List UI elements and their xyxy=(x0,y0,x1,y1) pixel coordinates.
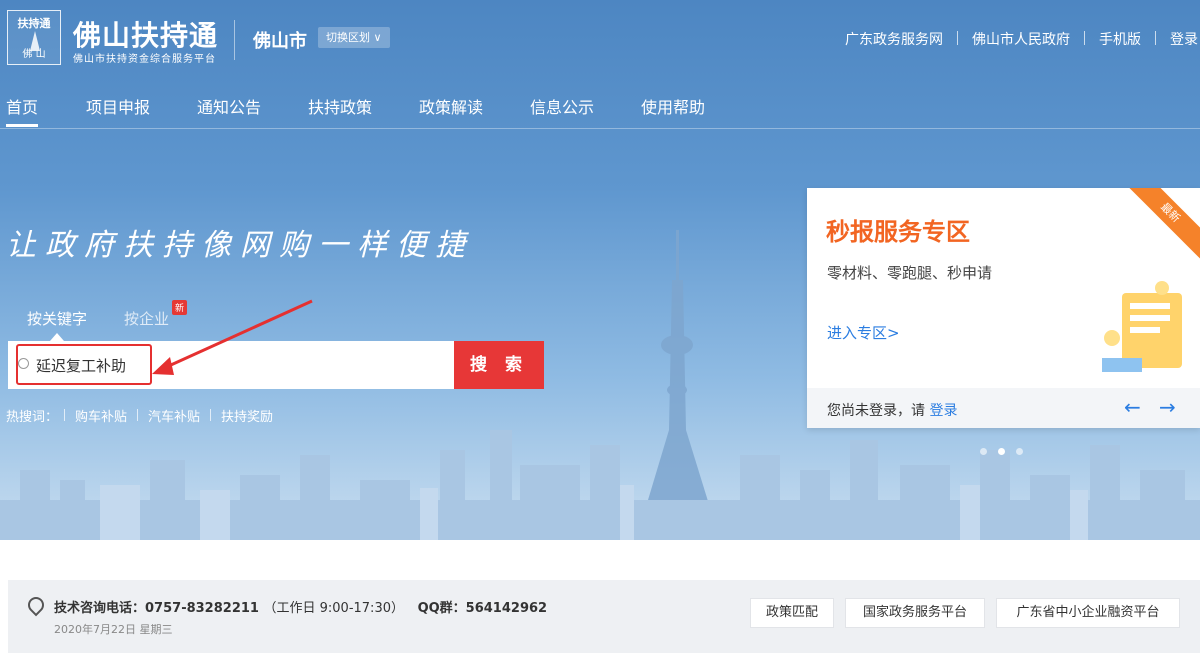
next-arrow-icon[interactable]: → xyxy=(1159,395,1176,419)
hotword-item[interactable]: 扶持奖励 xyxy=(211,406,283,425)
site-logo[interactable]: 扶持通 佛 山 xyxy=(7,10,61,65)
nav-help[interactable]: 使用帮助 xyxy=(641,94,705,118)
switch-region-button[interactable]: 切换区划 ∨ xyxy=(318,27,390,48)
hero-slogan: 让政府扶持像网购一样便捷 xyxy=(6,228,474,263)
main-nav: 首页 项目申报 通知公告 扶持政策 政策解读 信息公示 使用帮助 xyxy=(0,90,1200,130)
document-illustration-icon xyxy=(1102,281,1182,372)
card-title: 秒报服务专区 xyxy=(826,218,970,246)
site-subtitle: 佛山市扶持资金综合服务平台 xyxy=(73,54,216,65)
nav-public-info[interactable]: 信息公示 xyxy=(530,94,594,118)
carousel-dot-active[interactable] xyxy=(998,448,1005,455)
annotation-highlight-box xyxy=(16,344,152,385)
site-header: 扶持通 佛 山 佛山扶持通 佛山市扶持资金综合服务平台 佛山市 切换区划 ∨ 广… xyxy=(0,0,1200,78)
qq-label: QQ群： xyxy=(417,601,466,616)
policy-match-button[interactable]: 政策匹配 xyxy=(750,598,834,628)
prev-arrow-icon[interactable]: ← xyxy=(1124,395,1141,419)
annotation-arrow xyxy=(152,299,313,375)
header-divider xyxy=(234,20,235,60)
tab-search-keyword[interactable]: 按关键字 xyxy=(27,308,87,329)
instant-service-card: 最新 秒报服务专区 零材料、零跑腿、秒申请 进入专区> 您尚未登录，请 登录 ←… xyxy=(807,188,1200,428)
card-login-link[interactable]: 登录 xyxy=(929,403,957,419)
current-city: 佛山市 xyxy=(253,31,307,52)
link-mobile-version[interactable]: 手机版 xyxy=(1085,29,1155,49)
enter-zone-link[interactable]: 进入专区> xyxy=(827,322,900,343)
logo-bottom-text: 佛 山 xyxy=(22,49,46,60)
national-gov-platform-button[interactable]: 国家政务服务平台 xyxy=(845,598,985,628)
carousel-dots xyxy=(980,448,1034,455)
link-guangdong-gov-service[interactable]: 广东政务服务网 xyxy=(831,29,957,49)
active-tab-indicator xyxy=(50,333,64,341)
logo-top-text: 扶持通 xyxy=(17,17,51,30)
nav-policy-interpretation[interactable]: 政策解读 xyxy=(419,94,483,118)
phone-number: 0757-83282211 xyxy=(145,601,259,616)
card-description: 零材料、零跑腿、秒申请 xyxy=(827,264,993,282)
nav-divider xyxy=(0,128,1200,129)
hot-search-words: 热搜词： 购车补贴 汽车补贴 扶持奖励 xyxy=(6,406,283,425)
carousel-dot[interactable] xyxy=(980,448,987,455)
new-ribbon: 最新 xyxy=(1119,188,1200,264)
qq-number: 564142962 xyxy=(465,601,548,616)
link-foshan-gov[interactable]: 佛山市人民政府 xyxy=(958,29,1084,49)
hotword-item[interactable]: 购车补贴 xyxy=(65,406,137,425)
nav-project-application[interactable]: 项目申报 xyxy=(86,94,150,118)
hotwords-label: 热搜词： xyxy=(6,410,59,425)
hotword-item[interactable]: 汽车补贴 xyxy=(138,406,210,425)
nav-support-policies[interactable]: 扶持政策 xyxy=(308,94,372,118)
link-login[interactable]: 登录 xyxy=(1156,29,1200,49)
site-name[interactable]: 佛山扶持通 xyxy=(73,14,218,54)
card-footer: 您尚未登录，请 登录 ← → xyxy=(807,388,1200,428)
contact-info-bar: 技术咨询电话：0757-83282211 （工作日 9:00-17:30） QQ… xyxy=(8,580,1200,653)
login-tip: 您尚未登录，请 登录 xyxy=(827,400,957,420)
nav-home[interactable]: 首页 xyxy=(6,94,39,127)
carousel-dot[interactable] xyxy=(1016,448,1023,455)
sme-finance-platform-button[interactable]: 广东省中小企业融资平台 xyxy=(996,598,1180,628)
top-links: 广东政务服务网 佛山市人民政府 手机版 登录 xyxy=(831,29,1200,49)
nav-notices[interactable]: 通知公告 xyxy=(197,94,261,118)
contact-line: 技术咨询电话：0757-83282211 （工作日 9:00-17:30） QQ… xyxy=(54,597,547,616)
service-hours: （工作日 9:00-17:30） xyxy=(263,601,404,616)
phone-label: 技术咨询电话： xyxy=(54,601,146,616)
search-button[interactable]: 搜 索 xyxy=(454,341,544,389)
login-tip-text: 您尚未登录，请 xyxy=(827,403,925,419)
current-date: 2020年7月22日 星期三 xyxy=(54,623,173,636)
location-pin-icon xyxy=(24,593,48,617)
